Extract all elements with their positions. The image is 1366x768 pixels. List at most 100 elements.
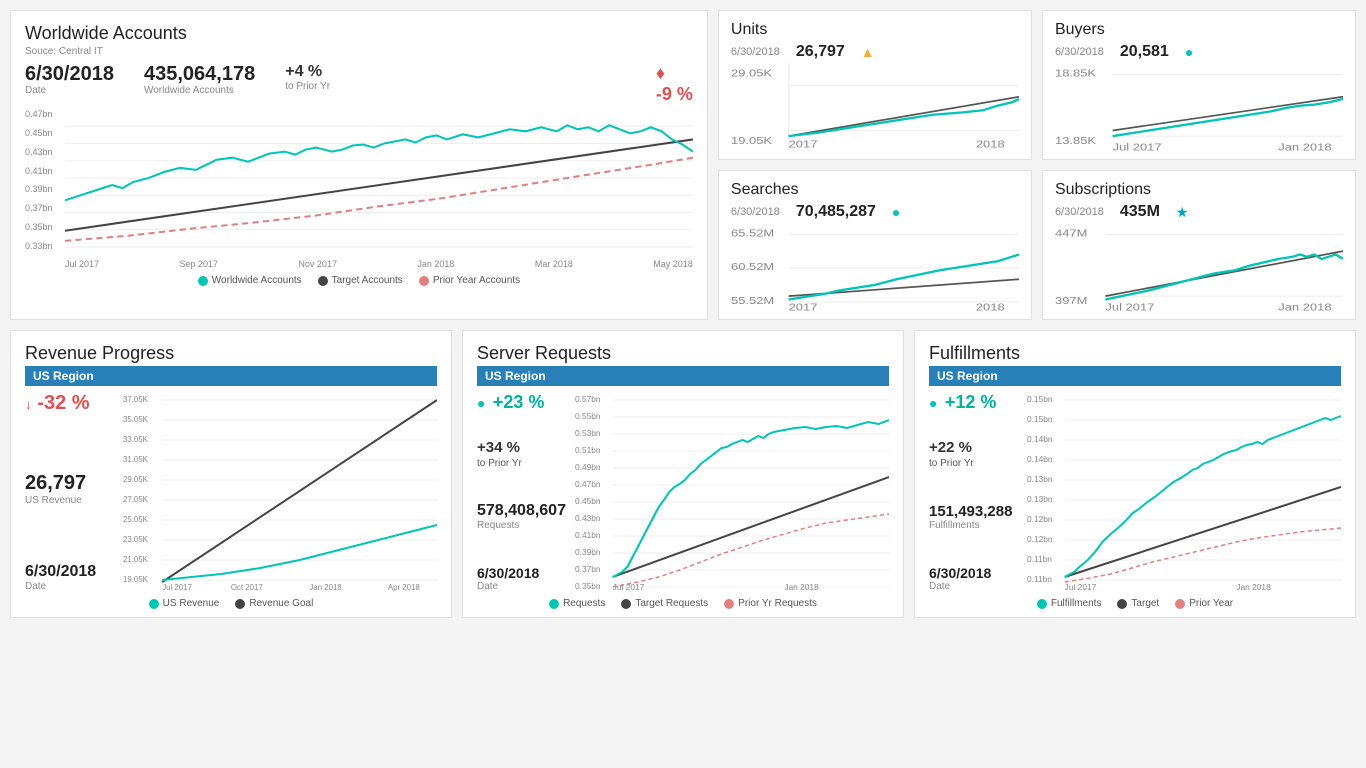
subscriptions-indicator: ★ bbox=[1176, 204, 1189, 221]
units-value: 26,797 bbox=[796, 43, 845, 61]
svg-text:0.13bn: 0.13bn bbox=[1027, 495, 1053, 504]
svg-text:0.14bn: 0.14bn bbox=[1027, 435, 1053, 444]
server-date-label: Date bbox=[477, 581, 567, 592]
units-date: 6/30/2018 bbox=[731, 46, 780, 58]
legend-red-dot bbox=[419, 276, 429, 286]
fulfillments-svg: 0.15bn 0.15bn 0.14bn 0.14bn 0.13bn 0.13b… bbox=[1027, 392, 1341, 592]
revenue-region: US Region bbox=[25, 366, 437, 386]
svg-text:0.12bn: 0.12bn bbox=[1027, 515, 1053, 524]
svg-text:33.05K: 33.05K bbox=[123, 435, 149, 444]
legend-target: Target bbox=[1117, 598, 1159, 609]
svg-text:0.41bn: 0.41bn bbox=[575, 531, 601, 540]
server-date-block: 6/30/2018 Date bbox=[477, 557, 567, 592]
subscriptions-value: 435M bbox=[1120, 203, 1160, 221]
units-chart: 29.05K 19.05K 2017 2018 bbox=[731, 63, 1019, 153]
legend-teal-dot bbox=[198, 276, 208, 286]
svg-text:Jan 2018: Jan 2018 bbox=[1278, 142, 1331, 153]
legend-red-dot bbox=[724, 599, 734, 609]
fulfillments-title: Fulfillments bbox=[929, 343, 1341, 364]
svg-text:Jul 2017: Jul 2017 bbox=[1065, 583, 1097, 592]
subscriptions-chart: 447M 397M Jul 2017 Jan 2018 bbox=[1055, 223, 1343, 313]
worldwide-pct-neg-block: ♦ -9 % bbox=[656, 63, 693, 105]
svg-text:35.05K: 35.05K bbox=[123, 415, 149, 424]
svg-text:0.51bn: 0.51bn bbox=[575, 446, 601, 455]
worldwide-legend: Worldwide Accounts Target Accounts Prior… bbox=[25, 275, 693, 286]
legend-target-accounts: Target Accounts bbox=[318, 275, 403, 286]
units-title: Units bbox=[731, 21, 1019, 39]
server-pct-prior-label: to Prior Yr bbox=[477, 458, 567, 469]
fulfillments-date-label: Date bbox=[929, 581, 1019, 592]
revenue-pct: -32 % bbox=[37, 392, 89, 414]
fulfillments-pct-prior: +22 % bbox=[929, 439, 1019, 456]
svg-text:Jan 2018: Jan 2018 bbox=[1278, 302, 1331, 313]
svg-text:0.47bn: 0.47bn bbox=[575, 480, 601, 489]
top-row: Worldwide Accounts Souce: Central IT 6/3… bbox=[10, 10, 1356, 320]
svg-text:55.52M: 55.52M bbox=[731, 295, 774, 306]
worldwide-value-block: 435,064,178 Worldwide Accounts bbox=[144, 63, 255, 96]
revenue-date: 6/30/2018 bbox=[25, 563, 115, 581]
searches-chart: 65.52M 60.52M 55.52M 2017 2018 bbox=[731, 223, 1019, 313]
svg-text:0.14bn: 0.14bn bbox=[1027, 455, 1053, 464]
worldwide-value-label: Worldwide Accounts bbox=[144, 85, 255, 96]
fulfillments-pct-circle: +12 % bbox=[945, 392, 997, 412]
revenue-date-label: Date bbox=[25, 581, 115, 592]
svg-text:31.05K: 31.05K bbox=[123, 455, 149, 464]
svg-text:0.13bn: 0.13bn bbox=[1027, 475, 1053, 484]
worldwide-x-axis: Jul 2017 Sep 2017 Nov 2017 Jan 2018 Mar … bbox=[65, 259, 693, 269]
server-card: Server Requests US Region ● +23 % +34 % … bbox=[462, 330, 904, 618]
worldwide-chart: 0.47bn 0.45bn 0.43bn 0.41bn 0.39bn 0.37b… bbox=[25, 109, 693, 269]
searches-svg: 65.52M 60.52M 55.52M 2017 2018 bbox=[731, 223, 1019, 313]
svg-text:0.12bn: 0.12bn bbox=[1027, 535, 1053, 544]
legend-teal-dot bbox=[1037, 599, 1047, 609]
revenue-svg: 37.05K 35.05K 33.05K 31.05K 29.05K 27.05… bbox=[123, 392, 437, 592]
revenue-value-block: 26,797 US Revenue bbox=[25, 464, 115, 506]
buyers-indicator: ● bbox=[1185, 44, 1193, 60]
revenue-value: 26,797 bbox=[25, 472, 115, 495]
worldwide-pct-neg: -9 % bbox=[656, 84, 693, 105]
svg-text:Jan 2018: Jan 2018 bbox=[784, 583, 819, 592]
searches-date: 6/30/2018 bbox=[731, 206, 780, 218]
server-title: Server Requests bbox=[477, 343, 889, 364]
svg-text:0.15bn: 0.15bn bbox=[1027, 415, 1053, 424]
server-stats: ● +23 % +34 % to Prior Yr 578,408,607 Re… bbox=[477, 392, 567, 592]
revenue-inner: ↓ -32 % 26,797 US Revenue 6/30/2018 Date bbox=[25, 392, 437, 592]
svg-text:2017: 2017 bbox=[789, 139, 818, 150]
subscriptions-svg: 447M 397M Jul 2017 Jan 2018 bbox=[1055, 223, 1343, 313]
svg-text:21.05K: 21.05K bbox=[123, 555, 149, 564]
fulfillments-region: US Region bbox=[929, 366, 1341, 386]
legend-red-dot bbox=[1175, 599, 1185, 609]
legend-prior-year: Prior Year bbox=[1175, 598, 1233, 609]
revenue-value-label: US Revenue bbox=[25, 495, 115, 506]
units-indicator: ▲ bbox=[861, 44, 875, 60]
legend-prior-yr-requests: Prior Yr Requests bbox=[724, 598, 817, 609]
subscriptions-date: 6/30/2018 bbox=[1055, 206, 1104, 218]
svg-text:2017: 2017 bbox=[789, 302, 818, 313]
svg-text:0.39bn: 0.39bn bbox=[575, 548, 601, 557]
server-inner: ● +23 % +34 % to Prior Yr 578,408,607 Re… bbox=[477, 392, 889, 592]
svg-text:397M: 397M bbox=[1055, 295, 1087, 306]
svg-text:23.05K: 23.05K bbox=[123, 535, 149, 544]
svg-text:Jan 2018: Jan 2018 bbox=[1236, 583, 1271, 592]
worldwide-card: Worldwide Accounts Souce: Central IT 6/3… bbox=[10, 10, 708, 320]
fulfillments-date: 6/30/2018 bbox=[929, 565, 1019, 581]
searches-value: 70,485,287 bbox=[796, 203, 876, 221]
server-svg: 0.57bn 0.55bn 0.53bn 0.51bn 0.49bn 0.47b… bbox=[575, 392, 889, 592]
svg-text:2018: 2018 bbox=[976, 302, 1005, 313]
server-value: 578,408,607 bbox=[477, 502, 567, 520]
server-pct-circle: +23 % bbox=[493, 392, 545, 412]
server-value-block: 578,408,607 Requests bbox=[477, 494, 567, 531]
revenue-stats: ↓ -32 % 26,797 US Revenue 6/30/2018 Date bbox=[25, 392, 115, 592]
legend-dark-dot bbox=[1117, 599, 1127, 609]
svg-text:2018: 2018 bbox=[976, 139, 1005, 150]
revenue-title: Revenue Progress bbox=[25, 343, 437, 364]
worldwide-date: 6/30/2018 bbox=[25, 63, 114, 85]
fulfillments-value-block: 151,493,288 Fulfillments bbox=[929, 495, 1019, 531]
worldwide-title: Worldwide Accounts bbox=[25, 23, 693, 44]
worldwide-date-block: 6/30/2018 Date bbox=[25, 63, 114, 96]
svg-text:27.05K: 27.05K bbox=[123, 495, 149, 504]
fulfillments-pct-circle-block: ● +12 % bbox=[929, 392, 1019, 413]
fulfillments-legend: Fulfillments Target Prior Year bbox=[929, 598, 1341, 609]
worldwide-date-label: Date bbox=[25, 85, 114, 96]
fulfillments-date-block: 6/30/2018 Date bbox=[929, 557, 1019, 592]
svg-text:13.85K: 13.85K bbox=[1055, 135, 1096, 146]
